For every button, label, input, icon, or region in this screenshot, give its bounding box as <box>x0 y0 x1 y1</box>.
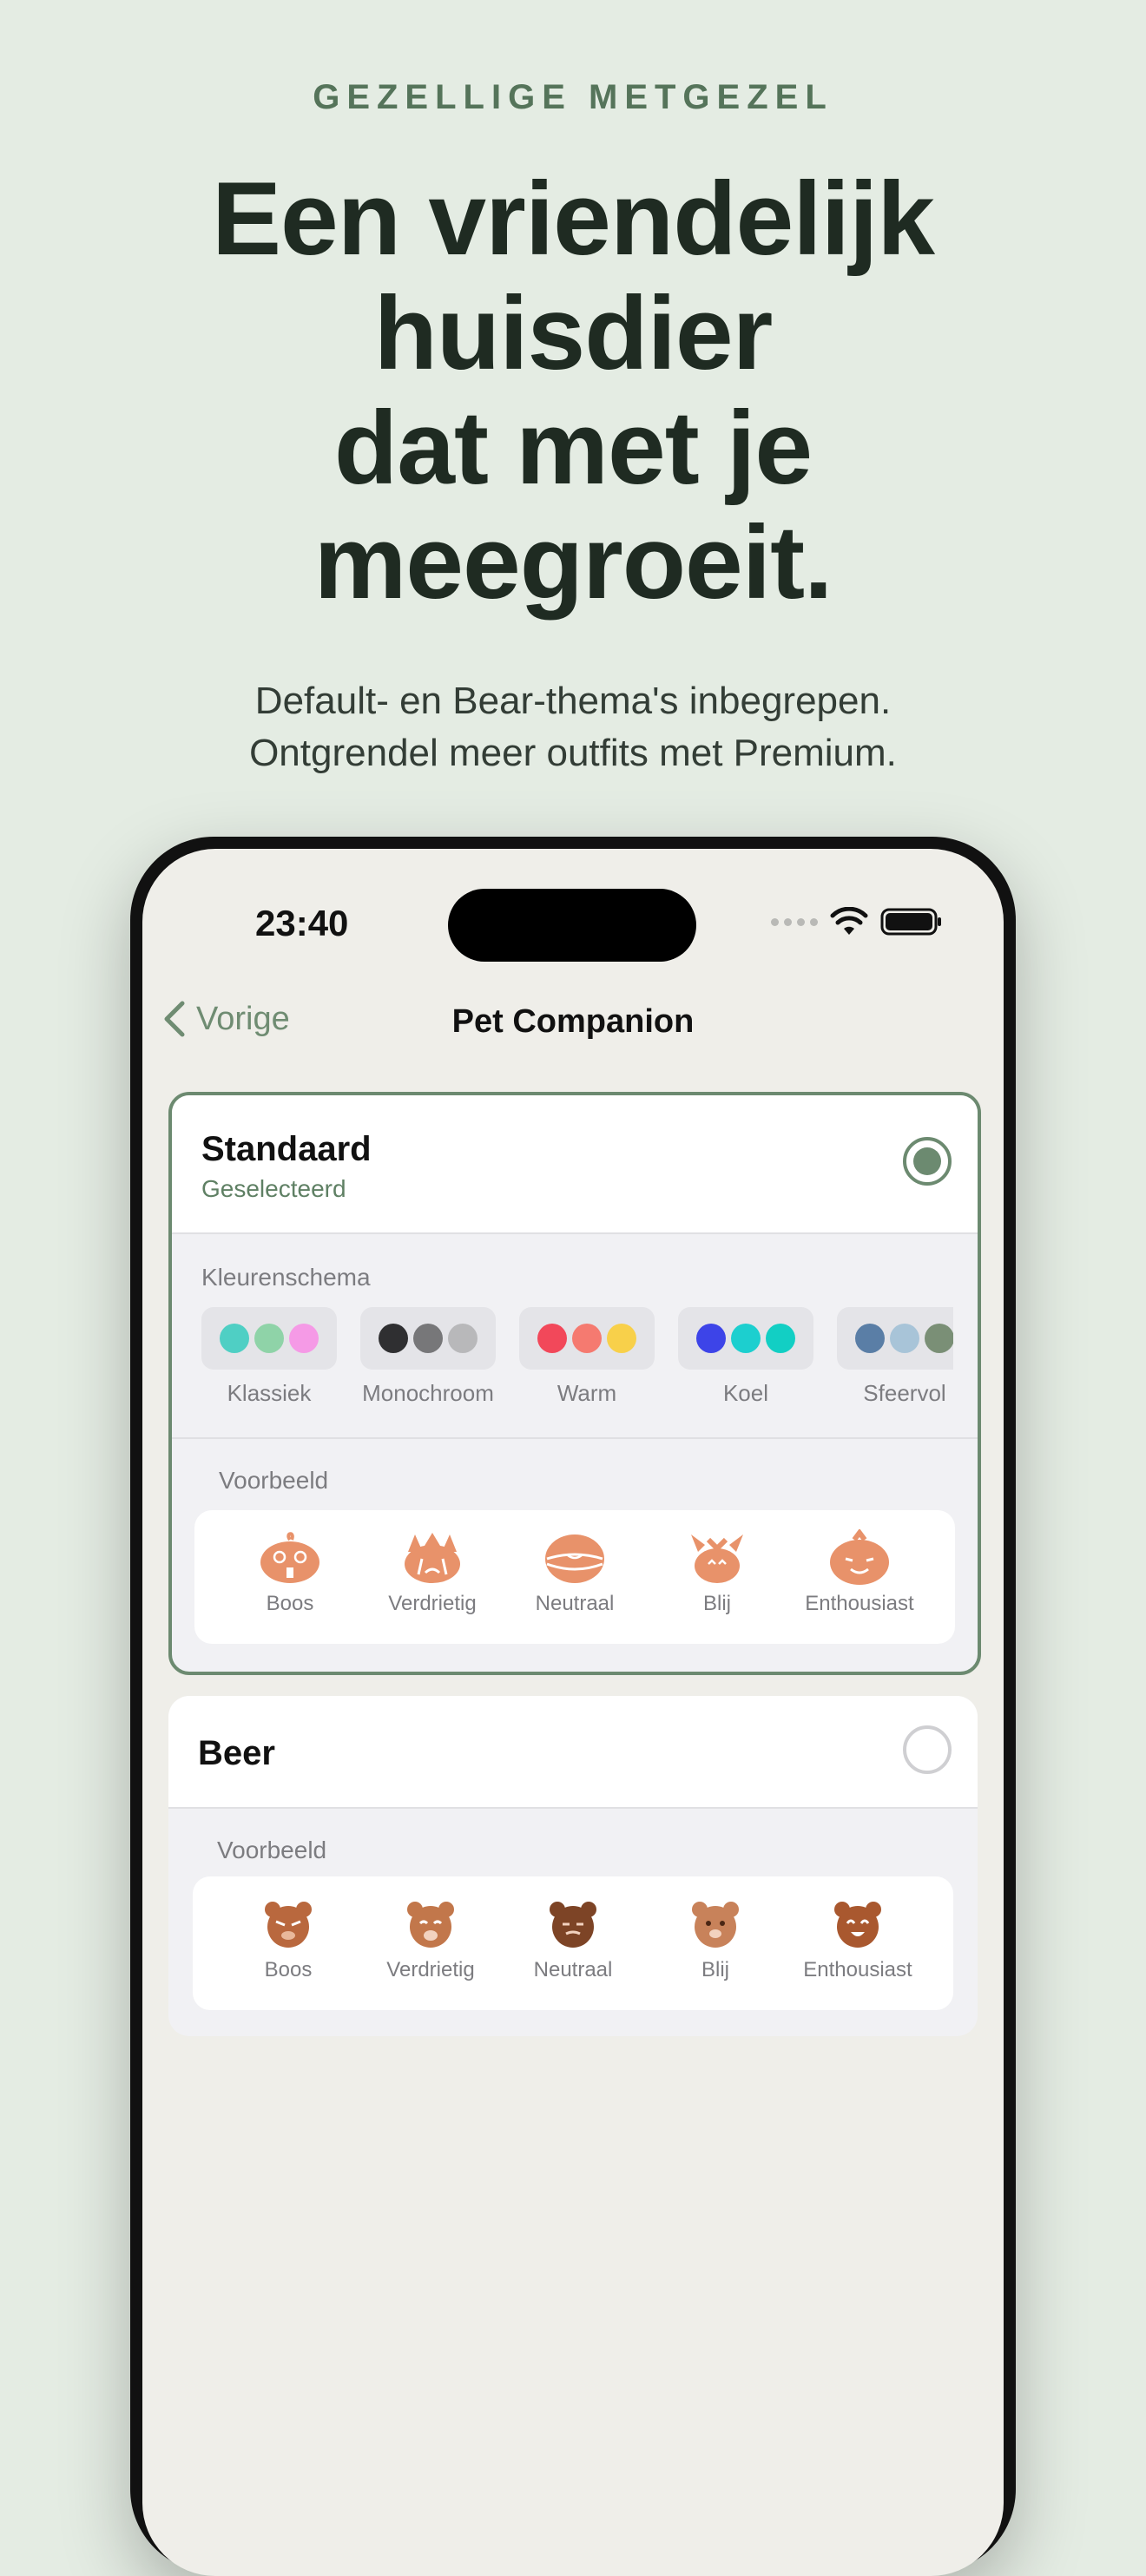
headline-line: meegroeit. <box>313 504 833 621</box>
promo-headline: Een vriendelijk huisdier dat met je meeg… <box>104 161 1042 620</box>
pet-angry-icon <box>260 1532 319 1583</box>
headline-line: Een vriendelijk <box>211 161 935 277</box>
swatch-dot <box>890 1324 919 1353</box>
pet-happy-icon <box>691 1534 743 1583</box>
mood-preview-item: Blij <box>648 1529 787 1616</box>
theme-radio-unselected[interactable] <box>903 1725 952 1774</box>
promo-subtitle: Default- en Bear-thema's inbegrepen. Ont… <box>104 675 1042 779</box>
bear-neutral-icon <box>550 1902 596 1948</box>
mood-name: Enthousiast <box>805 1592 914 1615</box>
color-swatch <box>201 1307 337 1370</box>
color-scheme-name: Warm <box>557 1380 617 1406</box>
color-swatch <box>360 1307 496 1370</box>
mood-preview-item: Blij <box>646 1896 785 1982</box>
section-divider <box>172 1437 978 1439</box>
mood-name: Neutraal <box>535 1592 615 1615</box>
mood-preview-item: Neutraal <box>504 1896 642 1982</box>
swatch-dot <box>220 1324 249 1353</box>
nav-title: Pet Companion <box>451 1003 695 1040</box>
theme-name: Beer <box>198 1734 275 1772</box>
color-scheme-option[interactable]: Warm <box>519 1307 655 1407</box>
headline-line: dat met je <box>333 390 813 506</box>
swatch-dot <box>254 1324 284 1353</box>
mood-name: Enthousiast <box>803 1958 912 1981</box>
color-scheme-option[interactable]: Klassiek <box>201 1307 337 1407</box>
color-scheme-name: Koel <box>722 1380 769 1406</box>
mood-name: Neutraal <box>533 1958 613 1981</box>
mood-preview-strip: Boos Verdrietig Neutraal Blij Enthousias… <box>194 1510 955 1644</box>
mood-name: Blij <box>701 1958 729 1981</box>
mood-preview-item: Enthousiast <box>788 1896 927 1982</box>
color-swatch <box>519 1307 655 1370</box>
swatch-dot <box>379 1324 408 1353</box>
color-scheme-option[interactable]: Monochroom <box>360 1307 496 1407</box>
swatch-dot <box>572 1324 602 1353</box>
swatch-dot <box>537 1324 567 1353</box>
color-swatch <box>678 1307 813 1370</box>
theme-card-header[interactable]: Standaard Geselecteerd <box>172 1095 978 1234</box>
swatch-dot <box>925 1324 953 1353</box>
bear-excited-icon <box>834 1902 881 1948</box>
pet-sad-icon <box>405 1533 460 1583</box>
mood-preview-item: Verdrietig <box>361 1896 500 1982</box>
dynamic-island <box>448 889 696 962</box>
theme-name: Standaard <box>201 1130 372 1168</box>
theme-card-standaard[interactable]: Standaard Geselecteerd Kleurenschema Kla… <box>168 1092 981 1675</box>
color-scheme-name: Sfeervol <box>863 1380 946 1406</box>
swatch-dot <box>731 1324 761 1353</box>
color-scheme-option[interactable]: Koel <box>678 1307 813 1407</box>
battery-icon <box>880 908 941 936</box>
mood-preview-item: Neutraal <box>505 1529 644 1616</box>
mood-name: Verdrietig <box>388 1592 477 1615</box>
mood-preview-item: Enthousiast <box>790 1529 929 1616</box>
preview-label: Voorbeeld <box>217 1837 327 1863</box>
swatch-dot <box>766 1324 795 1353</box>
pet-neutral-icon <box>545 1534 604 1583</box>
phone-screen: 23:40 Vorige Pet Companion Standaard Ges… <box>142 849 1004 2576</box>
mood-name: Boos <box>264 1958 313 1981</box>
navigation-bar: Vorige Pet Companion <box>142 979 1004 1066</box>
swatch-dot <box>289 1324 319 1353</box>
mood-preview-item: Boos <box>221 1529 359 1616</box>
theme-status: Geselecteerd <box>201 1175 346 1202</box>
subtitle-line: Default- en Bear-thema's inbegrepen. <box>254 680 892 722</box>
color-scheme-label: Kleurenschema <box>201 1264 371 1291</box>
bear-angry-icon <box>265 1902 312 1948</box>
theme-card-beer[interactable]: Beer Voorbeeld Boos Verdrietig Neutraal … <box>168 1696 978 2036</box>
swatch-dot <box>607 1324 636 1353</box>
color-scheme-name: Klassiek <box>227 1380 312 1406</box>
pet-excited-icon <box>830 1529 889 1585</box>
subtitle-line: Ontgrendel meer outfits met Premium. <box>249 732 897 774</box>
color-scheme-name: Monochroom <box>362 1380 494 1406</box>
mood-preview-item: Verdrietig <box>363 1529 502 1616</box>
color-scheme-section: Kleurenschema Klassiek Monochroom Warm K… <box>172 1232 978 1437</box>
color-scheme-option[interactable]: Sfeervol <box>837 1307 953 1407</box>
color-scheme-list[interactable]: Klassiek Monochroom Warm Koel Sfeervol <box>201 1307 953 1411</box>
wifi-icon <box>830 907 868 935</box>
eyebrow-label: GEZELLIGE METGEZEL <box>313 78 833 116</box>
headline-line: huisdier <box>373 275 774 391</box>
mood-name: Boos <box>266 1592 314 1615</box>
swatch-dot <box>413 1324 443 1353</box>
theme-radio-selected[interactable] <box>903 1137 952 1186</box>
phone-frame: 23:40 Vorige Pet Companion Standaard Ges… <box>130 837 1016 2576</box>
mood-name: Blij <box>702 1592 731 1615</box>
preview-label: Voorbeeld <box>219 1467 329 1494</box>
signal-dots-icon <box>771 917 818 926</box>
mood-preview-strip: Boos Verdrietig Neutraal Blij Enthousias… <box>193 1876 953 2010</box>
status-time: 23:40 <box>255 903 349 943</box>
bear-happy-icon <box>692 1902 739 1948</box>
status-icons <box>771 903 943 941</box>
color-swatch <box>837 1307 953 1370</box>
swatch-dot <box>696 1324 726 1353</box>
mood-name: Verdrietig <box>386 1958 475 1981</box>
mood-preview-item: Boos <box>219 1896 358 1982</box>
swatch-dot <box>855 1324 885 1353</box>
bear-sad-icon <box>407 1902 454 1948</box>
swatch-dot <box>448 1324 478 1353</box>
theme-card-header[interactable]: Beer <box>168 1696 978 1809</box>
